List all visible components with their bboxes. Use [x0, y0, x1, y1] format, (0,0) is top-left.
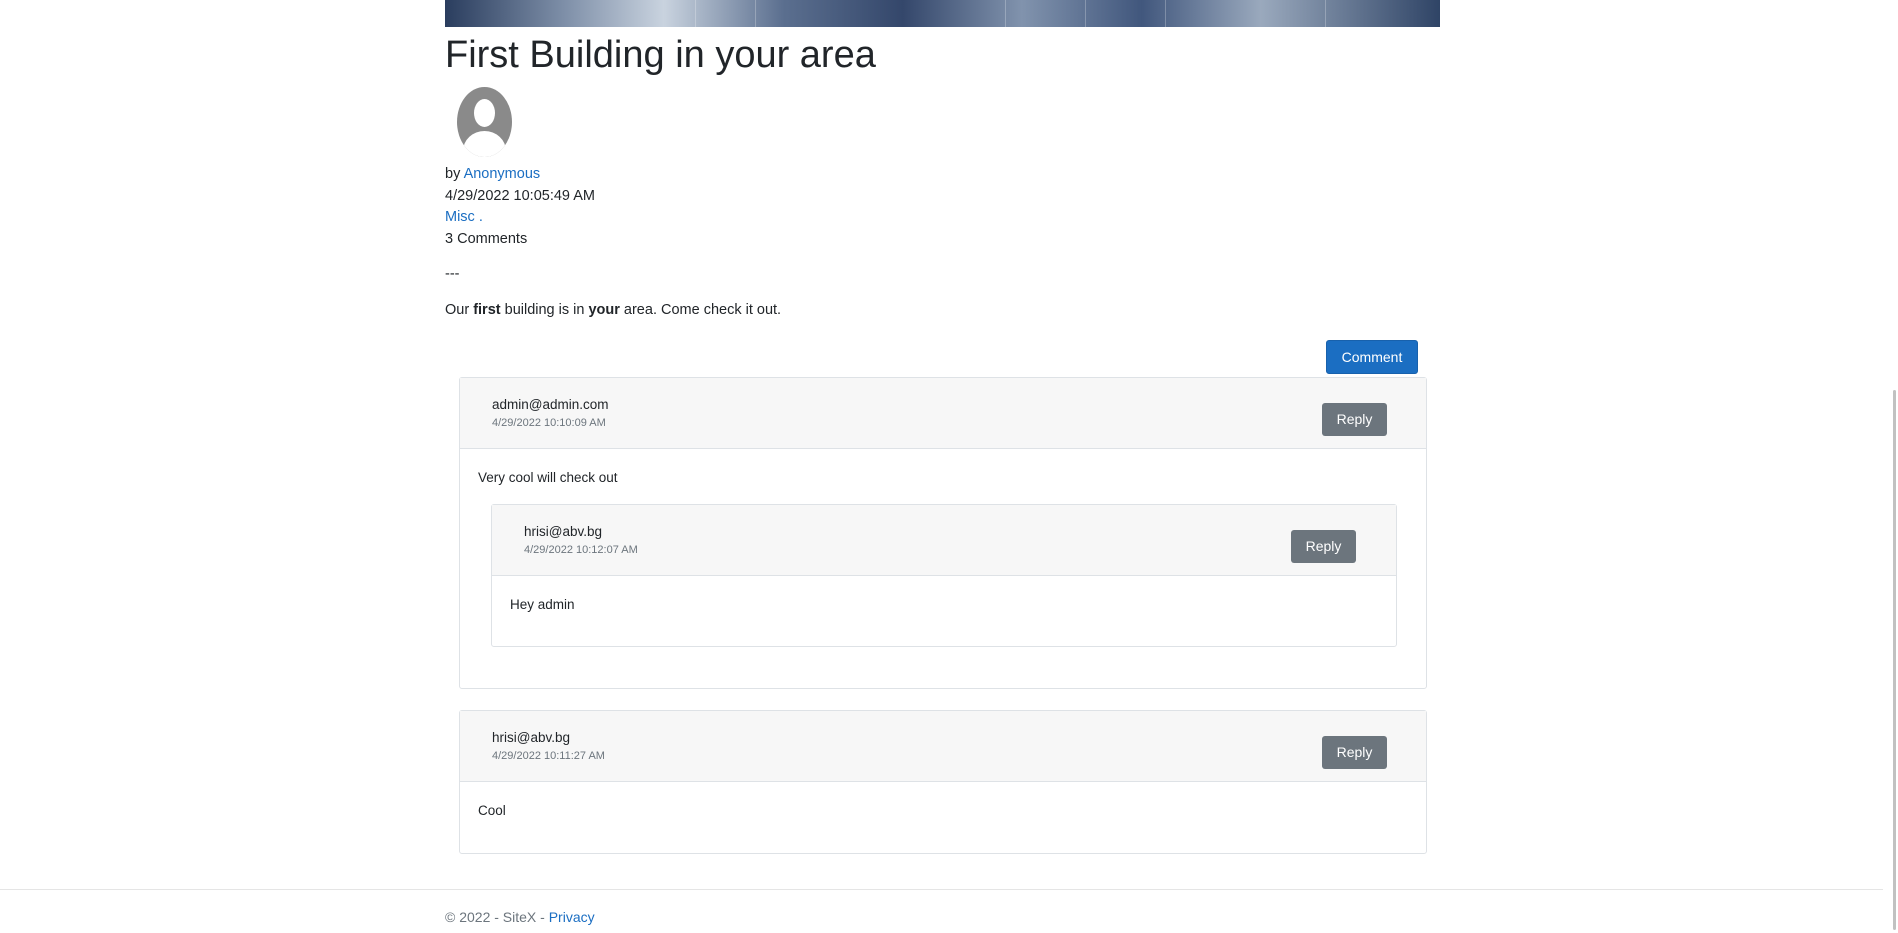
comment-time: 4/29/2022 10:10:09 AM [492, 417, 606, 429]
comment-author: admin@admin.com [492, 397, 609, 412]
content-separator: --- [445, 266, 460, 282]
content-bold-first: first [473, 302, 501, 318]
page: First Building in your area by Anonymous… [0, 0, 1898, 933]
reply-text: Hey admin [510, 597, 575, 612]
comment-text: Cool [478, 803, 506, 818]
reply-button[interactable]: Reply [1291, 530, 1356, 563]
reply-author: hrisi@abv.bg [524, 524, 602, 539]
reply-body: Hey admin [492, 576, 1396, 647]
scrollbar[interactable] [1883, 0, 1898, 933]
footer-text: © 2022 - SiteX - Privacy [445, 908, 595, 926]
post-title: First Building in your area [445, 34, 876, 76]
content-text: building is in [500, 302, 589, 318]
category-link[interactable]: Misc . [445, 209, 483, 225]
avatar [457, 87, 512, 157]
reply-header: hrisi@abv.bg 4/29/2022 10:12:07 AM Reply [492, 505, 1396, 576]
reply-button[interactable]: Reply [1322, 403, 1387, 436]
author-link[interactable]: Anonymous [464, 166, 541, 182]
post-container: First Building in your area by Anonymous… [445, 0, 1440, 376]
post-content: Our first building is in your area. Come… [445, 300, 1440, 320]
comment-button-row: Comment [445, 340, 1440, 376]
comment-time: 4/29/2022 10:11:27 AM [492, 750, 605, 762]
privacy-link[interactable]: Privacy [549, 909, 595, 925]
comment-button[interactable]: Comment [1326, 340, 1418, 374]
post-meta: by Anonymous 4/29/2022 10:05:49 AM Misc … [445, 164, 1440, 250]
content-text: area. Come check it out. [619, 302, 782, 318]
post-date: 4/29/2022 10:05:49 AM [445, 187, 595, 204]
content-bold-your: your [588, 302, 620, 318]
comment-author: hrisi@abv.bg [492, 730, 570, 745]
comment-header: admin@admin.com 4/29/2022 10:10:09 AM Re… [460, 378, 1426, 449]
comment-text: Very cool will check out [478, 470, 618, 485]
comment-header: hrisi@abv.bg 4/29/2022 10:11:27 AM Reply [460, 711, 1426, 782]
scrollbar-thumb[interactable] [1893, 390, 1896, 930]
comments-count: 3 Comments [445, 230, 528, 247]
reply-time: 4/29/2022 10:12:07 AM [524, 544, 638, 556]
by-prefix: by [445, 166, 461, 182]
copyright: © 2022 - SiteX - [445, 909, 549, 925]
post-hero-image [445, 0, 1440, 27]
reply-card: hrisi@abv.bg 4/29/2022 10:12:07 AM Reply… [491, 504, 1397, 647]
post-byline: by Anonymous [445, 164, 1440, 186]
comment-body: Very cool will check out hrisi@abv.bg 4/… [460, 449, 1426, 688]
reply-button[interactable]: Reply [1322, 736, 1387, 769]
comment-body: Cool [460, 782, 1426, 854]
content-text: Our [445, 302, 474, 318]
comment-card: hrisi@abv.bg 4/29/2022 10:11:27 AM Reply… [459, 710, 1427, 854]
footer: © 2022 - SiteX - Privacy [0, 889, 1898, 933]
comment-card: admin@admin.com 4/29/2022 10:10:09 AM Re… [459, 377, 1427, 689]
